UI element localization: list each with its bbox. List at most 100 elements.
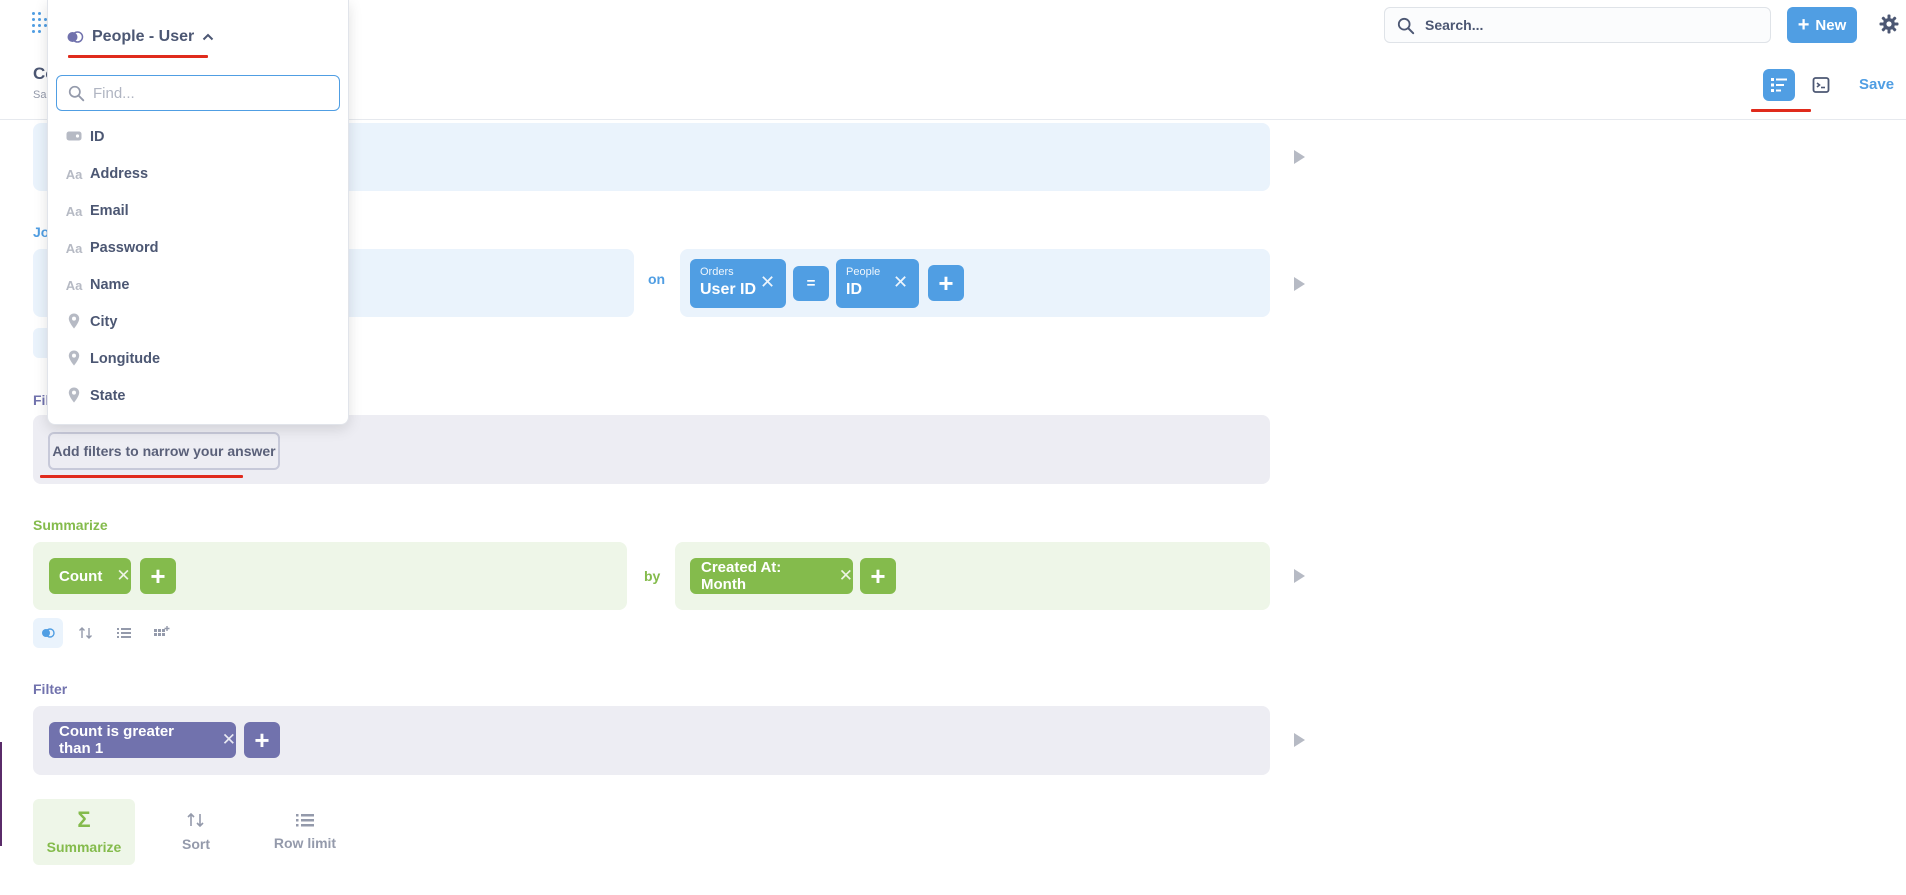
save-button[interactable]: Save [1859, 76, 1894, 93]
location-icon [64, 350, 84, 369]
row-limit-button[interactable]: Row limit [264, 799, 346, 865]
location-icon [64, 313, 84, 332]
field-option-label: Address [90, 166, 149, 182]
annotation-underline-title [68, 55, 208, 58]
remove-close-icon[interactable]: ✕ [116, 566, 130, 586]
sort-icon [79, 627, 92, 639]
text-icon: Aa [65, 166, 83, 182]
plus-icon: + [1797, 14, 1810, 36]
field-option-label: State [90, 388, 126, 404]
remove-close-icon[interactable]: ✕ [760, 272, 775, 293]
join-right-table-name: People [846, 266, 881, 278]
join-operator-button[interactable]: = [793, 266, 829, 301]
summarize-action-label: Summarize [46, 839, 122, 855]
row-limit-action-label: Row limit [273, 835, 337, 851]
popover-header[interactable]: People - User [66, 28, 214, 46]
view-sql-toggle[interactable] [1805, 69, 1837, 101]
list-icon [117, 628, 131, 638]
join-left-column[interactable]: Orders User ID ✕ [690, 259, 786, 308]
popover-find[interactable] [56, 75, 340, 111]
join-left-table-name: Orders [700, 266, 734, 278]
find-input[interactable] [93, 76, 333, 110]
post-filter-step-label: Filter [33, 681, 68, 697]
text-icon: Aa [65, 240, 83, 256]
summarize-step-label: Summarize [33, 517, 108, 533]
add-join-condition-button[interactable]: + [928, 265, 964, 301]
field-option-label: City [90, 314, 118, 330]
sort-icon [187, 812, 204, 828]
field-option-label: Password [90, 240, 159, 256]
text-icon: Aa [65, 203, 83, 219]
field-option[interactable]: ID [48, 119, 348, 155]
field-option[interactable]: Aa Email [48, 193, 348, 229]
metric-label: Count [59, 567, 103, 585]
join-right-column[interactable]: People ID ✕ [836, 259, 919, 308]
annotation-underline-editor [1751, 109, 1811, 112]
new-button-label: New [1815, 16, 1847, 34]
field-option[interactable]: City [48, 304, 348, 340]
preview-play-icon[interactable] [1294, 150, 1305, 164]
add-filter-plus-button[interactable]: + [244, 722, 280, 758]
add-metric-button[interactable]: + [140, 558, 176, 594]
column-picker-popover: People - User ID Aa Address Aa Email Aa Passwo… [47, 0, 349, 425]
new-button[interactable]: + New [1787, 7, 1857, 43]
gear-icon[interactable] [1879, 14, 1899, 34]
breakout-pill[interactable]: Created At: Month ✕ [690, 558, 853, 594]
metabase-logo-icon[interactable] [30, 12, 48, 36]
key-icon [64, 130, 84, 144]
global-search[interactable] [1384, 7, 1771, 43]
join-icon [67, 31, 84, 43]
sort-button[interactable]: Sort [160, 799, 232, 865]
remove-close-icon[interactable]: ✕ [893, 272, 908, 293]
preview-play-icon[interactable] [1294, 277, 1305, 291]
list-icon [296, 814, 314, 827]
add-filter-button[interactable]: Add filters to narrow your answer [48, 432, 280, 470]
notebook-icon [1771, 78, 1787, 92]
field-option-label: Longitude [90, 351, 161, 367]
sigma-icon: Σ [77, 807, 91, 832]
annotation-underline-filter [40, 475, 243, 478]
field-option[interactable]: State [48, 378, 348, 414]
question-subtitle[interactable]: Sa [33, 89, 46, 101]
field-option[interactable]: Longitude [48, 341, 348, 377]
filter-pill-label: Count is greater than 1 [59, 723, 175, 757]
location-icon [64, 387, 84, 406]
summarize-action-button[interactable]: Σ Summarize [33, 799, 135, 865]
search-input[interactable] [1425, 8, 1755, 42]
sort-action-button[interactable] [71, 618, 101, 648]
by-label: by [644, 568, 661, 584]
remove-close-icon[interactable]: ✕ [222, 730, 236, 750]
add-column-icon [154, 626, 170, 636]
preview-play-icon[interactable] [1294, 733, 1305, 747]
sort-action-label: Sort [182, 836, 210, 852]
custom-column-action-button[interactable] [147, 618, 177, 648]
field-option-label: Name [90, 277, 130, 293]
limit-action-button[interactable] [109, 618, 139, 648]
metric-pill[interactable]: Count ✕ [49, 558, 131, 594]
notebook-editor-toggle[interactable] [1763, 69, 1795, 101]
join-on-label: on [648, 271, 666, 287]
field-option[interactable]: Aa Address [48, 156, 348, 192]
field-option[interactable]: Aa Name [48, 267, 348, 303]
field-option-label: ID [90, 129, 105, 145]
join-right-column-name: ID [846, 281, 862, 298]
join-action-button[interactable] [33, 618, 63, 648]
join-operator-label: = [806, 275, 816, 292]
preview-play-icon[interactable] [1294, 569, 1305, 583]
field-option[interactable]: AaSource [48, 415, 348, 424]
window-edge-strip [0, 742, 2, 846]
add-breakout-button[interactable]: + [860, 558, 896, 594]
popover-title: People - User [92, 28, 195, 45]
field-option-label: Email [90, 203, 129, 219]
console-icon [1812, 77, 1830, 93]
join-icon [42, 628, 55, 638]
field-option[interactable]: Aa Password [48, 230, 348, 266]
search-icon [1397, 17, 1415, 35]
text-icon: Aa [65, 277, 83, 293]
chevron-up-icon[interactable] [202, 33, 214, 41]
join-left-column-name: User ID [700, 281, 757, 298]
search-icon [68, 85, 85, 102]
breakout-label: Created At: Month [701, 559, 782, 593]
filter-pill[interactable]: Count is greater than 1 ✕ [49, 722, 236, 758]
remove-close-icon[interactable]: ✕ [839, 566, 853, 586]
